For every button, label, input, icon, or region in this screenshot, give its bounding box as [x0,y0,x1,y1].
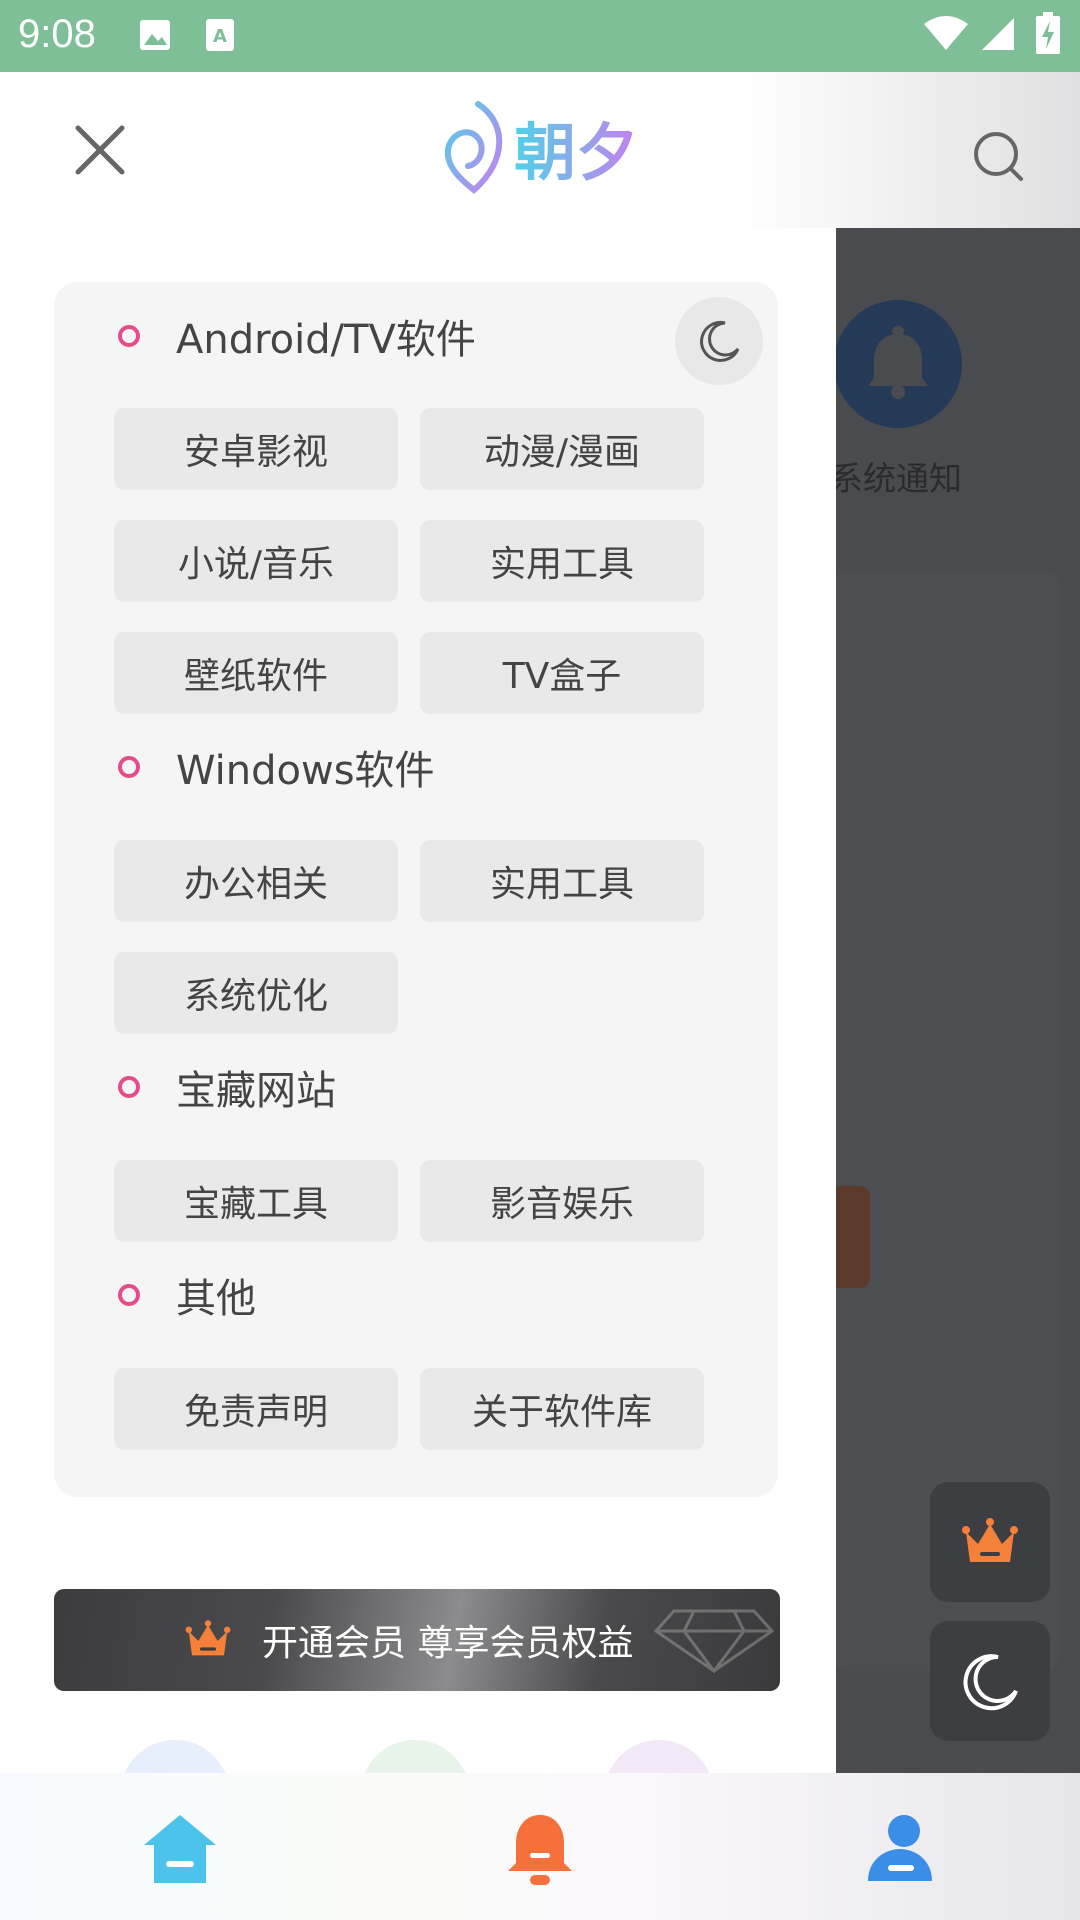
notify-label: 系统通知 [836,459,962,498]
background-page: 系统通知 [836,228,1080,1773]
store-notification-icon: A [206,19,234,51]
theme-toggle-button[interactable] [675,297,763,385]
tag-disclaimer[interactable]: 免责声明 [114,1368,398,1450]
section-title-websites: 宝藏网站 [118,1060,336,1114]
notification-bell-button[interactable] [836,300,962,428]
tag-windows-tools[interactable]: 实用工具 [420,840,704,922]
category-panel: Android/TV软件 安卓影视 动漫/漫画 小说/音乐 实用工具 壁纸软件 … [54,282,778,1497]
home-icon[interactable] [140,1809,220,1889]
section-title-label: Windows软件 [176,748,435,794]
section-title-label: 其他 [176,1276,256,1322]
bullet-icon [118,1076,140,1098]
crown-icon [185,1620,231,1656]
tag-android-video[interactable]: 安卓影视 [114,408,398,490]
close-icon[interactable] [72,122,128,178]
vip-banner[interactable]: 开通会员 尊享会员权益 [54,1589,780,1691]
bullet-icon [118,1284,140,1306]
logo-mark-icon [444,101,503,194]
moon-icon [963,1654,1018,1711]
moon-icon [700,320,740,362]
vip-fab-button[interactable] [930,1482,1050,1602]
svg-text:A: A [213,26,227,47]
signal-icon [982,18,1014,50]
search-icon[interactable] [970,128,1026,184]
tag-anime-comic[interactable]: 动漫/漫画 [420,408,704,490]
tag-system-optimize[interactable]: 系统优化 [114,952,398,1034]
status-bar: 9:08 A [0,0,1080,72]
status-time: 9:08 [18,12,96,56]
section-title-other: 其他 [118,1268,256,1322]
tag-tv-box[interactable]: TV盒子 [420,632,704,714]
bell-icon[interactable] [500,1809,580,1889]
bullet-icon [118,325,140,347]
side-drawer: Android/TV软件 安卓影视 动漫/漫画 小说/音乐 实用工具 壁纸软件 … [0,228,836,1850]
vip-banner-text: 开通会员 尊享会员权益 [262,1623,634,1664]
dark-mode-fab-button[interactable] [930,1621,1050,1741]
section-title-label: 宝藏网站 [176,1068,336,1114]
background-orange-block [836,1186,870,1288]
section-title-label: Android/TV软件 [176,317,476,363]
tag-android-tools[interactable]: 实用工具 [420,520,704,602]
battery-charging-icon [1036,12,1060,54]
user-icon[interactable] [860,1809,940,1889]
tag-office[interactable]: 办公相关 [114,840,398,922]
bullet-icon [118,756,140,778]
tag-treasure-tools[interactable]: 宝藏工具 [114,1160,398,1242]
wifi-icon [924,16,968,50]
tag-novel-music[interactable]: 小说/音乐 [114,520,398,602]
header: 朝夕 [0,72,1080,228]
logo: 朝夕 [434,98,654,198]
diamond-deco-icon [654,1609,774,1673]
tag-entertainment[interactable]: 影音娱乐 [420,1160,704,1242]
tag-wallpaper[interactable]: 壁纸软件 [114,632,398,714]
tag-about[interactable]: 关于软件库 [420,1368,704,1450]
bell-icon [868,326,928,399]
section-title-android: Android/TV软件 [118,309,476,363]
bottom-nav [0,1773,1080,1920]
logo-text: 朝夕 [514,102,638,192]
image-notification-icon [140,20,170,50]
crown-icon [962,1518,1018,1562]
section-title-windows: Windows软件 [118,740,435,794]
